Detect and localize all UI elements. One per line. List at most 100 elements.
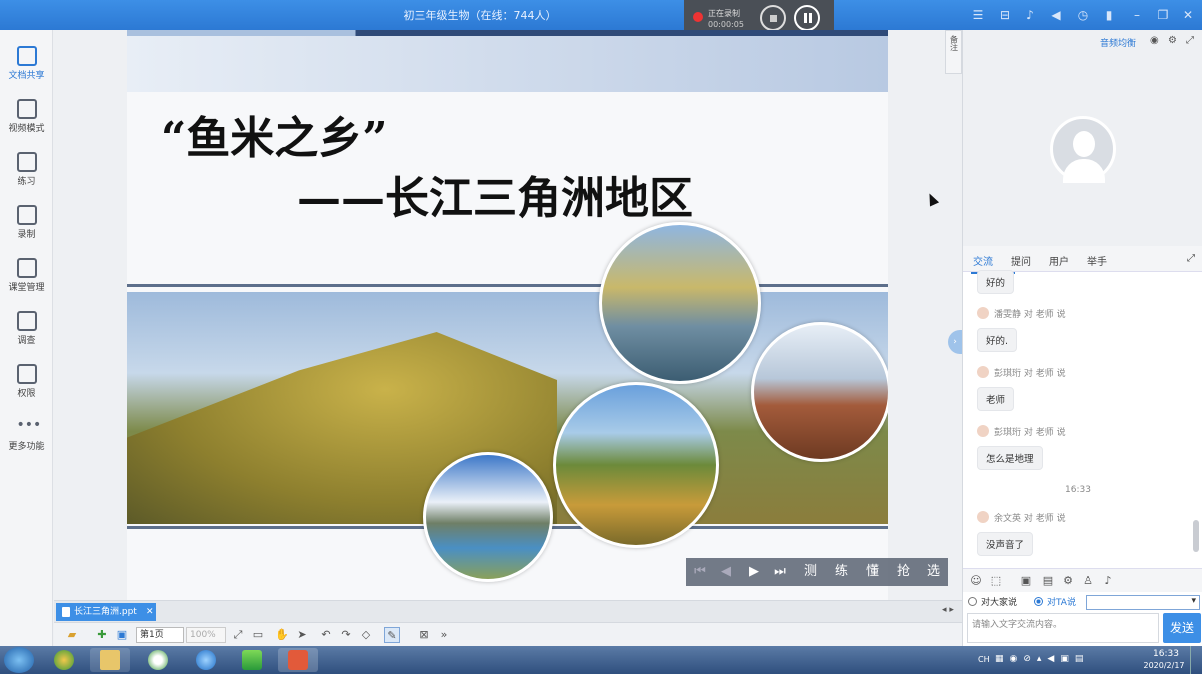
avatar	[1050, 116, 1116, 183]
camera-icon[interactable]: ◉	[1150, 35, 1159, 46]
clock-time[interactable]: 16:33	[1146, 649, 1186, 659]
to-all-radio[interactable]	[968, 597, 977, 606]
stop-recording-button[interactable]	[760, 5, 786, 31]
document-tab-bar: 长江三角洲.ppt ✕ ◂ ▸	[54, 600, 962, 622]
tab-chat[interactable]: 交流	[973, 253, 993, 268]
pause-recording-button[interactable]	[794, 5, 820, 31]
settings-icon[interactable]: ⚙	[1168, 35, 1177, 46]
clock-date[interactable]: 2020/2/17	[1134, 661, 1194, 670]
bottom-toolbar: ▰ ✚ ▣ 第1页 100% ⤢ ▭ ✋ ➤ ↶ ↷ ◇ ✎ ⊠ »	[54, 622, 962, 646]
sidebar-item-label: 权限	[17, 389, 36, 399]
media-player-icon[interactable]	[232, 648, 272, 672]
sidebar-item-permission[interactable]: 权限	[0, 356, 53, 408]
restore-icon[interactable]: ❐	[1155, 7, 1171, 23]
survey-icon	[16, 311, 37, 331]
screenshot-icon[interactable]: ⬚	[989, 574, 1003, 588]
user-avatar-icon	[977, 425, 989, 437]
undo-icon[interactable]: ↶	[318, 627, 334, 643]
clear-icon[interactable]: ⊠	[416, 627, 432, 643]
grab-button[interactable]: 抢	[897, 563, 910, 581]
last-slide-icon[interactable]: ⏭	[772, 563, 788, 581]
collapse-panel-icon[interactable]: ›	[948, 330, 962, 354]
clock-icon[interactable]: ◷	[1075, 7, 1091, 23]
save-icon[interactable]: ▣	[114, 627, 130, 643]
sidebar-item-record[interactable]: 录制	[0, 197, 53, 249]
add-document-icon[interactable]: ✚	[94, 627, 110, 643]
emoji-icon[interactable]: ☺	[969, 574, 983, 588]
microphone-icon[interactable]: ♪	[1022, 7, 1038, 23]
hand-tool-icon[interactable]: ✋	[274, 627, 290, 643]
pen-icon[interactable]: ✎	[384, 627, 400, 643]
sidebar-item-video-mode[interactable]: 视频模式	[0, 91, 53, 143]
tab-users[interactable]: 用户	[1049, 253, 1069, 268]
recipient-select[interactable]	[1086, 595, 1200, 610]
microphone-icon[interactable]: ♪	[1101, 574, 1115, 588]
image-icon[interactable]: ▣	[1019, 574, 1033, 588]
language-indicator[interactable]: CH	[978, 655, 990, 664]
exercise-icon	[16, 152, 37, 172]
sidebar-item-label: 调查	[17, 336, 36, 346]
lock-icon[interactable]: ⊟	[997, 7, 1013, 23]
more-tools-icon[interactable]: »	[436, 627, 452, 643]
play-icon[interactable]: ▶	[746, 563, 762, 581]
close-icon[interactable]: ✕	[146, 603, 154, 621]
start-button[interactable]	[4, 647, 34, 673]
internet-explorer-icon[interactable]	[186, 648, 226, 672]
popout-icon[interactable]: ⤢	[1186, 35, 1194, 46]
tray-icons[interactable]: ▦◉⊘▴◀▣▤	[995, 654, 1089, 664]
av-balance-link[interactable]: 音频均衡	[1100, 36, 1136, 49]
send-button[interactable]: 发送	[1163, 613, 1201, 643]
pointer-icon[interactable]: ➤	[294, 627, 310, 643]
select-button[interactable]: 选	[927, 563, 940, 581]
sidebar-item-exercise[interactable]: 练习	[0, 144, 53, 196]
tab-scroll-icon[interactable]: ◂ ▸	[942, 605, 954, 615]
sidebar-item-document-share[interactable]: 文档共享	[0, 38, 53, 90]
settings-icon[interactable]: ⚙	[1061, 574, 1075, 588]
save-icon[interactable]: ▤	[1041, 574, 1055, 588]
classroom-app-icon[interactable]	[278, 648, 318, 672]
redo-icon[interactable]: ↷	[338, 627, 354, 643]
sidebar-item-label: 文档共享	[8, 71, 45, 81]
tab-questions[interactable]: 提问	[1011, 253, 1031, 268]
chat-message-header: 彭琪珩 对 老师 说	[977, 425, 1066, 438]
to-ta-radio[interactable]	[1034, 597, 1043, 606]
user-avatar-icon	[977, 511, 989, 523]
record-icon	[16, 205, 37, 225]
user-avatar-icon	[977, 366, 989, 378]
document-share-icon	[16, 46, 37, 66]
close-icon[interactable]: ✕	[1180, 7, 1196, 23]
prev-slide-icon[interactable]: ◀	[718, 563, 734, 581]
page-select[interactable]: 第1页	[136, 627, 184, 643]
sidebar-item-label: 练习	[17, 177, 36, 187]
document-tab[interactable]: 长江三角洲.ppt ✕	[56, 603, 156, 621]
eraser-icon[interactable]: ◇	[358, 627, 374, 643]
fit-screen-icon[interactable]: ⤢	[230, 627, 246, 643]
slide-header-band	[127, 30, 888, 92]
file-explorer-icon[interactable]	[90, 648, 130, 672]
chat-scrollbar[interactable]	[1193, 520, 1199, 552]
video-mode-icon	[16, 99, 37, 119]
sidebar-item-more[interactable]: ••• 更多功能	[0, 409, 53, 461]
speaker-icon[interactable]: ◀	[1048, 7, 1064, 23]
chat-input[interactable]: 请输入文字交流内容。	[967, 613, 1159, 643]
open-folder-icon[interactable]: ▰	[64, 627, 80, 643]
practice-button[interactable]: 练	[835, 563, 848, 581]
menu-icon[interactable]: ☰	[970, 7, 986, 23]
browser-icon[interactable]	[138, 648, 178, 672]
popout-icon[interactable]: ⤢	[1187, 253, 1195, 264]
notes-tab[interactable]: 备注	[945, 30, 962, 74]
class-management-icon	[16, 258, 37, 278]
tab-hands-up[interactable]: 举手	[1087, 253, 1107, 268]
user-avatar-icon	[977, 307, 989, 319]
app-icon[interactable]	[44, 648, 84, 672]
user-settings-icon[interactable]: ♙	[1081, 574, 1095, 588]
zoom-select[interactable]: 100%	[186, 627, 226, 643]
first-slide-icon[interactable]: ⏮	[692, 563, 708, 581]
sidebar-item-survey[interactable]: 调查	[0, 303, 53, 355]
minimize-icon[interactable]: –	[1129, 7, 1145, 23]
fullscreen-icon[interactable]: ▭	[250, 627, 266, 643]
test-button[interactable]: 测	[804, 563, 817, 581]
sidebar-item-class-management[interactable]: 课堂管理	[0, 250, 53, 302]
understand-button[interactable]: 懂	[866, 563, 879, 581]
show-desktop-button[interactable]	[1190, 646, 1202, 674]
